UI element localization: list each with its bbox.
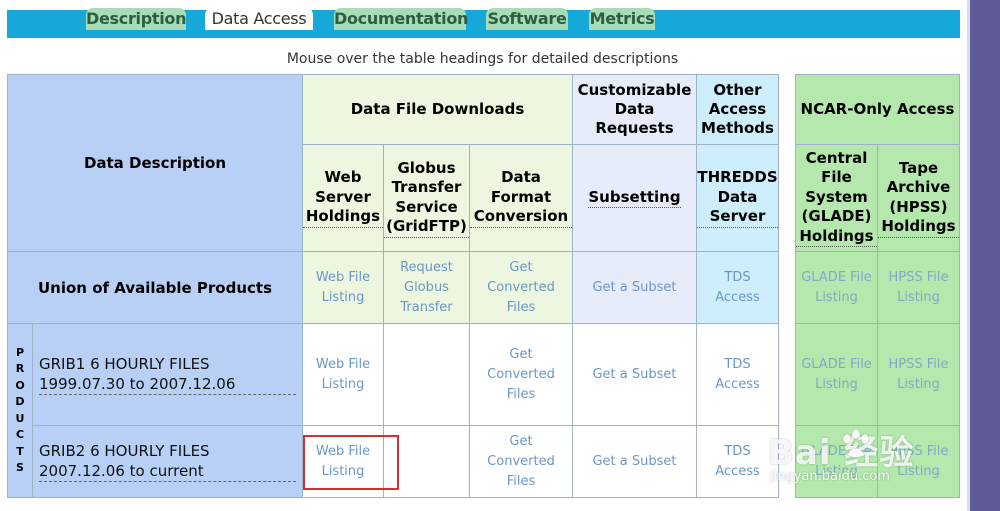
get-converted-files-link[interactable]: Get Converted Files (469, 323, 573, 426)
subheader-data-format-conversion[interactable]: Data Format Conversion (469, 144, 573, 252)
tab-data-access[interactable]: Data Access (205, 8, 313, 30)
glade-file-listing-link[interactable]: GLADE File Listing (795, 251, 878, 324)
row-label-union: Union of Available Products (7, 251, 303, 324)
products-letter: P (15, 345, 25, 359)
glade-file-listing-link[interactable]: GLADE File Listing (795, 323, 878, 426)
header-ncar-only-access[interactable]: NCAR-Only Access (795, 74, 960, 145)
header-customizable-data-requests[interactable]: Customizable Data Requests (572, 74, 697, 145)
hpss-file-listing-link[interactable]: HPSS File Listing (877, 323, 960, 426)
web-file-listing-link[interactable]: Web File Listing (302, 323, 384, 426)
subheader-glade[interactable]: Central File System (GLADE) Holdings (795, 144, 878, 252)
subheader-subsetting[interactable]: Subsetting (572, 144, 697, 252)
tds-access-link[interactable]: TDS Access (696, 251, 779, 324)
products-letter: U (15, 411, 25, 425)
subheader-web-server-holdings[interactable]: Web Server Holdings (302, 144, 384, 252)
get-a-subset-link[interactable]: Get a Subset (572, 425, 697, 498)
subheader-globus-transfer[interactable]: Globus Transfer Service (GridFTP) (383, 144, 470, 252)
tab-documentation[interactable]: Documentation (334, 8, 468, 30)
baidu-watermark: Bai 经验 jingyan.baidu.com (768, 425, 968, 495)
globus-empty-cell (383, 323, 470, 426)
header-data-description[interactable]: Data Description (7, 74, 303, 252)
products-letter: T (16, 444, 24, 458)
products-letter: D (15, 395, 25, 408)
get-a-subset-link[interactable]: Get a Subset (572, 323, 697, 426)
product-grib1-link[interactable]: GRIB1 6 HOURLY FILES 1999.07.30 to 2007.… (32, 323, 303, 426)
tab-metrics[interactable]: Metrics (589, 8, 655, 30)
subheader-hpss[interactable]: Tape Archive (HPSS) Holdings (877, 144, 960, 252)
request-globus-transfer-link[interactable]: Request Globus Transfer (383, 251, 470, 324)
tds-access-link[interactable]: TDS Access (696, 323, 779, 426)
products-letter: O (15, 378, 25, 392)
header-other-access-methods[interactable]: Other Access Methods (696, 74, 779, 145)
products-letter: S (16, 461, 24, 474)
product-grib2-link[interactable]: GRIB2 6 HOURLY FILES 2007.12.06 to curre… (32, 425, 303, 498)
highlight-box (303, 435, 399, 490)
get-converted-files-link[interactable]: Get Converted Files (469, 425, 573, 498)
paw-icon (842, 428, 870, 458)
get-converted-files-link[interactable]: Get Converted Files (469, 251, 573, 324)
products-vertical-label: PRODUCTS (7, 323, 33, 498)
tab-software[interactable]: Software (486, 8, 568, 30)
hpss-file-listing-link[interactable]: HPSS File Listing (877, 251, 960, 324)
header-data-file-downloads[interactable]: Data File Downloads (302, 74, 573, 145)
table-hint: Mouse over the table headings for detail… (286, 51, 679, 67)
products-letter: R (15, 362, 25, 375)
products-letter: C (15, 428, 25, 441)
web-file-listing-link[interactable]: Web File Listing (302, 251, 384, 324)
subheader-thredds[interactable]: THREDDS Data Server (696, 144, 779, 252)
tds-access-link[interactable]: TDS Access (696, 425, 779, 498)
tab-description[interactable]: Description (86, 8, 186, 30)
page-edge-strip (967, 0, 1000, 511)
get-a-subset-link[interactable]: Get a Subset (572, 251, 697, 324)
